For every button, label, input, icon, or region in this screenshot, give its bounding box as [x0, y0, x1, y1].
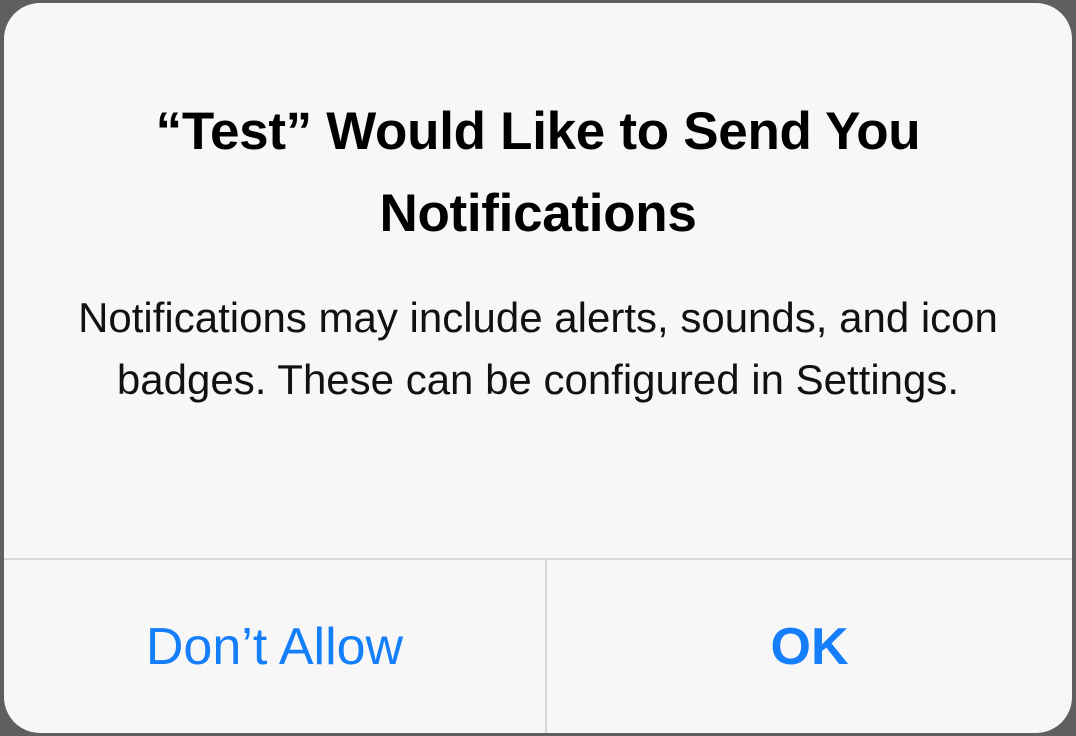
alert-title: “Test” Would Like to Send You Notificati…	[155, 102, 921, 243]
alert-message: Notifications may include alerts, sounds…	[78, 294, 998, 403]
notification-permission-alert: “Test” Would Like to Send You Notificati…	[4, 3, 1072, 733]
alert-content: “Test” Would Like to Send You Notificati…	[4, 3, 1072, 558]
dont-allow-button[interactable]: Don’t Allow	[4, 560, 545, 733]
ok-button[interactable]: OK	[547, 560, 1072, 733]
